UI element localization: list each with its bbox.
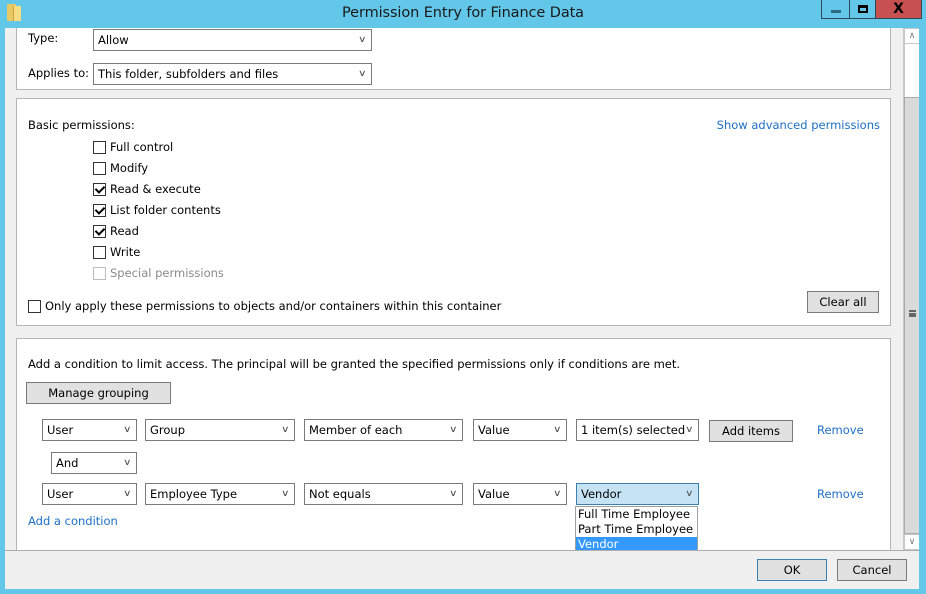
checkbox-checked[interactable] [93, 224, 106, 238]
condition-2-value-select[interactable]: Vendor ∨ [576, 483, 699, 505]
chevron-down-icon: ∨ [553, 489, 562, 499]
chevron-down-icon: ∨ [123, 489, 132, 499]
grip-icon [909, 310, 916, 317]
permission-read[interactable]: Read [93, 223, 139, 239]
close-icon: X [893, 1, 904, 17]
checkbox[interactable] [28, 299, 41, 313]
permission-list-folder-contents[interactable]: List folder contents [93, 202, 221, 218]
condition-2-operator-select[interactable]: Not equals ∨ [304, 483, 463, 505]
scrollable-content: Type: Allow ∨ Applies to: This folder, s… [5, 28, 903, 550]
chevron-down-icon: ∨ [908, 537, 916, 547]
condition-1-remove-link[interactable]: Remove [817, 423, 864, 437]
scroll-up-button[interactable]: ∧ [904, 28, 919, 44]
condition-2-value-type-select[interactable]: Value ∨ [473, 483, 567, 505]
condition-2-remove-link[interactable]: Remove [817, 487, 864, 501]
minimize-button[interactable] [821, 0, 850, 19]
permission-full-control[interactable]: Full control [93, 139, 173, 155]
chevron-down-icon: ∨ [449, 489, 458, 499]
applies-to-label: Applies to: [28, 66, 89, 80]
window-title: Permission Entry for Finance Data [342, 5, 584, 21]
checkbox[interactable] [93, 140, 106, 154]
checkbox[interactable] [93, 161, 106, 175]
condition-connector-select[interactable]: And ∨ [51, 452, 137, 474]
scroll-down-button[interactable]: ∨ [904, 534, 919, 550]
condition-1-scope-select[interactable]: User ∨ [42, 419, 137, 441]
permission-special: Special permissions [93, 265, 224, 281]
permissions-panel: Basic permissions: Show advanced permiss… [16, 98, 891, 326]
checkbox-checked[interactable] [93, 203, 106, 217]
permission-write[interactable]: Write [93, 244, 140, 260]
dropdown-option-part-time-employee[interactable]: Part Time Employee [576, 522, 697, 537]
type-select[interactable]: Allow ∨ [93, 29, 372, 51]
value-dropdown-list: Full Time Employee Part Time Employee Ve… [575, 506, 698, 550]
manage-grouping-button[interactable]: Manage grouping [26, 382, 171, 404]
conditions-description: Add a condition to limit access. The pri… [28, 357, 681, 371]
applies-to-select-value: This folder, subfolders and files [98, 67, 279, 81]
chevron-down-icon: ∨ [685, 425, 694, 435]
close-button[interactable]: X [875, 0, 922, 19]
checkbox-checked[interactable] [93, 182, 106, 196]
condition-1-value-select[interactable]: 1 item(s) selected ∨ [576, 419, 699, 441]
type-select-value: Allow [98, 33, 129, 47]
chevron-down-icon: ∨ [123, 425, 132, 435]
chevron-down-icon: ∨ [281, 425, 290, 435]
permission-read-execute[interactable]: Read & execute [93, 181, 201, 197]
footer-divider [5, 550, 919, 551]
chevron-down-icon: ∨ [553, 425, 562, 435]
clear-all-button[interactable]: Clear all [807, 291, 879, 313]
condition-1-attribute-select[interactable]: Group ∨ [145, 419, 295, 441]
scroll-thumb[interactable] [904, 97, 919, 534]
minimize-icon [830, 9, 841, 13]
add-items-button[interactable]: Add items [709, 420, 793, 442]
scroll-track[interactable] [904, 44, 919, 97]
dropdown-option-full-time-employee[interactable]: Full Time Employee [576, 507, 697, 522]
chevron-down-icon: ∨ [281, 489, 290, 499]
chevron-down-icon: ∨ [358, 69, 367, 79]
checkbox[interactable] [93, 245, 106, 259]
add-condition-link[interactable]: Add a condition [28, 514, 118, 528]
dialog-client-area: Type: Allow ∨ Applies to: This folder, s… [5, 28, 919, 589]
cancel-button[interactable]: Cancel [837, 559, 907, 581]
only-apply-within-container[interactable]: Only apply these permissions to objects … [28, 298, 501, 314]
show-advanced-permissions-link[interactable]: Show advanced permissions [717, 118, 880, 132]
checkbox-disabled [93, 266, 106, 280]
condition-1-value-type-select[interactable]: Value ∨ [473, 419, 567, 441]
title-bar: Permission Entry for Finance Data X [0, 0, 926, 28]
condition-2-scope-select[interactable]: User ∨ [42, 483, 137, 505]
chevron-down-icon: ∨ [449, 425, 458, 435]
conditions-panel: Add a condition to limit access. The pri… [16, 338, 891, 550]
chevron-down-icon: ∨ [685, 489, 694, 499]
type-label: Type: [28, 31, 59, 45]
ok-button[interactable]: OK [757, 559, 827, 581]
principal-panel: Type: Allow ∨ Applies to: This folder, s… [16, 28, 891, 90]
permission-modify[interactable]: Modify [93, 160, 148, 176]
dropdown-option-vendor[interactable]: Vendor [576, 537, 697, 550]
chevron-down-icon: ∨ [123, 458, 132, 468]
condition-2-attribute-select[interactable]: Employee Type ∨ [145, 483, 295, 505]
vertical-scrollbar[interactable]: ∧ ∨ [903, 28, 919, 550]
applies-to-select[interactable]: This folder, subfolders and files ∨ [93, 63, 372, 85]
condition-1-operator-select[interactable]: Member of each ∨ [304, 419, 463, 441]
chevron-up-icon: ∧ [908, 31, 916, 41]
chevron-down-icon: ∨ [358, 35, 367, 45]
maximize-icon [857, 5, 868, 13]
basic-permissions-heading: Basic permissions: [28, 118, 135, 132]
maximize-button[interactable] [849, 0, 876, 19]
